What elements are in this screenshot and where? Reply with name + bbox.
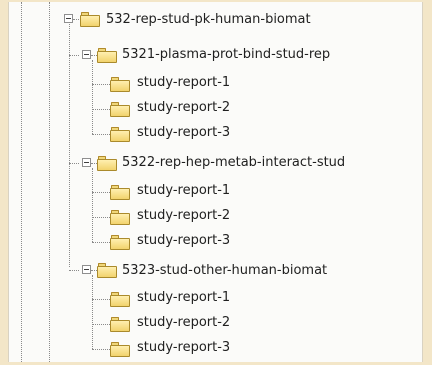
tree-guide-line: [92, 349, 110, 350]
tree-guide-line: [92, 109, 110, 110]
tree-guide-line: [92, 324, 110, 325]
folder-icon: [80, 11, 100, 27]
screenshot-frame: 532-rep-stud-pk-human-biomat 5321-plasma…: [0, 0, 432, 365]
tree-guide-line: [92, 217, 110, 218]
folder-icon: [110, 101, 130, 117]
tree-guide-line: [92, 299, 110, 300]
tree-item-group-2-label[interactable]: 5322-rep-hep-metab-interact-stud: [122, 155, 345, 171]
folder-icon: [110, 209, 130, 225]
collapse-group-3-toggle[interactable]: [82, 265, 91, 274]
folder-icon: [110, 234, 130, 250]
folder-icon: [110, 184, 130, 200]
tree-item-label[interactable]: study-report-3: [137, 125, 230, 141]
folder-icon: [97, 262, 117, 278]
tree-item-label[interactable]: study-report-1: [137, 183, 230, 199]
folder-icon: [97, 155, 117, 171]
tree-item-group-3-label[interactable]: 5323-stud-other-human-biomat: [122, 263, 327, 279]
folder-icon: [110, 76, 130, 92]
tree-guide-line: [92, 242, 110, 243]
folder-icon: [97, 47, 117, 63]
tree-item-label[interactable]: study-report-3: [137, 340, 230, 356]
tree-guide-line: [69, 55, 79, 56]
tree-item-group-1-label[interactable]: 5321-plasma-prot-bind-stud-rep: [122, 47, 330, 63]
tree-item-label[interactable]: study-report-1: [137, 290, 230, 306]
tree-guide-line: [69, 163, 79, 164]
tree-item-label[interactable]: study-report-2: [137, 315, 230, 331]
tree-guide-line: [92, 192, 110, 193]
folder-icon: [110, 126, 130, 142]
tree-guide-line: [92, 275, 93, 349]
tree-item-label[interactable]: study-report-3: [137, 233, 230, 249]
tree-guide-line: [21, 2, 22, 362]
folder-icon: [110, 341, 130, 357]
tree-guide-line: [92, 134, 110, 135]
tree-item-root-label[interactable]: 532-rep-stud-pk-human-biomat: [106, 12, 311, 28]
folder-icon: [110, 291, 130, 307]
tree-guide-line: [69, 22, 70, 267]
tree-guide-line: [49, 2, 50, 362]
folder-tree-panel: 532-rep-stud-pk-human-biomat 5321-plasma…: [8, 2, 423, 362]
folder-icon: [110, 316, 130, 332]
tree-guide-line: [92, 84, 110, 85]
collapse-group-2-toggle[interactable]: [82, 158, 91, 167]
tree-item-label[interactable]: study-report-2: [137, 208, 230, 224]
tree-item-label[interactable]: study-report-1: [137, 75, 230, 91]
tree-guide-line: [69, 270, 79, 271]
tree-guide-line: [92, 60, 93, 134]
tree-item-label[interactable]: study-report-2: [137, 100, 230, 116]
tree-guide-line: [92, 168, 93, 242]
collapse-group-1-toggle[interactable]: [82, 50, 91, 59]
